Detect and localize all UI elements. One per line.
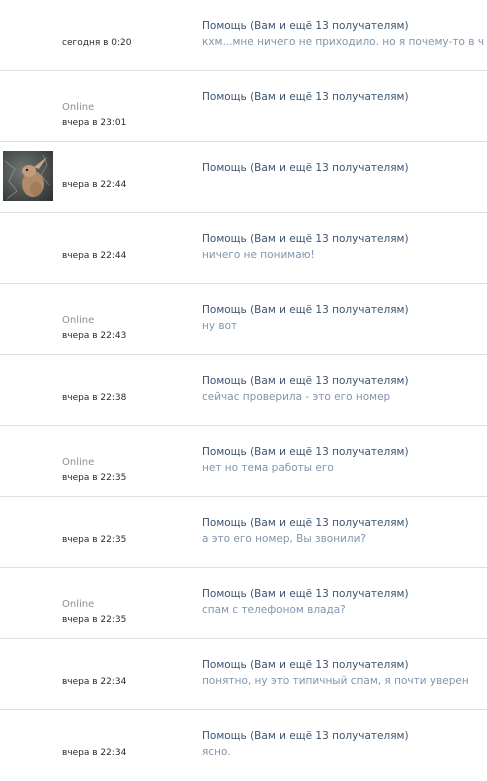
message-preview[interactable]: понятно, ну это типичный спам, я почти у…: [202, 675, 484, 687]
message-row[interactable]: вчера в 22:38 Помощь (Вам и ещё 13 получ…: [0, 355, 487, 426]
message-subject[interactable]: Помощь (Вам и ещё 13 получателям): [202, 162, 409, 174]
message-subject[interactable]: Помощь (Вам и ещё 13 получателям): [202, 91, 409, 103]
online-status: Online: [62, 599, 95, 610]
message-subject[interactable]: Помощь (Вам и ещё 13 получателям): [202, 375, 409, 387]
message-date: вчера в 22:38: [62, 393, 127, 403]
message-subject[interactable]: Помощь (Вам и ещё 13 получателям): [202, 730, 409, 742]
message-date: вчера в 22:34: [62, 748, 127, 758]
message-subject[interactable]: Помощь (Вам и ещё 13 получателям): [202, 20, 409, 32]
message-date: вчера в 23:01: [62, 118, 127, 128]
message-date: вчера в 22:35: [62, 615, 127, 625]
message-date: вчера в 22:44: [62, 251, 127, 261]
message-preview[interactable]: а это его номер, Вы звонили?: [202, 533, 484, 545]
message-subject[interactable]: Помощь (Вам и ещё 13 получателям): [202, 517, 409, 529]
message-row[interactable]: вчера в 22:35 Помощь (Вам и ещё 13 получ…: [0, 497, 487, 568]
message-row[interactable]: вчера в 22:34 Помощь (Вам и ещё 13 получ…: [0, 710, 487, 781]
online-status: Online: [62, 102, 95, 113]
message-row[interactable]: Online вчера в 22:35 Помощь (Вам и ещё 1…: [0, 426, 487, 497]
message-subject[interactable]: Помощь (Вам и ещё 13 получателям): [202, 588, 409, 600]
message-row[interactable]: вчера в 22:34 Помощь (Вам и ещё 13 получ…: [0, 639, 487, 710]
message-date: вчера в 22:35: [62, 535, 127, 545]
message-preview[interactable]: спам с телефоном влада?: [202, 604, 484, 616]
online-status: Online: [62, 315, 95, 326]
message-subject[interactable]: Помощь (Вам и ещё 13 получателям): [202, 659, 409, 671]
online-status: Online: [62, 457, 95, 468]
message-subject[interactable]: Помощь (Вам и ещё 13 получателям): [202, 446, 409, 458]
message-date: вчера в 22:43: [62, 331, 127, 341]
message-date: вчера в 22:44: [62, 180, 127, 190]
message-row[interactable]: вчера в 22:44 Помощь (Вам и ещё 13 получ…: [0, 142, 487, 213]
message-date: сегодня в 0:20: [62, 38, 132, 48]
message-preview[interactable]: кхм...мне ничего не приходило. но я поче…: [202, 36, 484, 48]
message-row[interactable]: Online вчера в 22:35 Помощь (Вам и ещё 1…: [0, 568, 487, 639]
message-date: вчера в 22:34: [62, 677, 127, 687]
message-row[interactable]: Online вчера в 22:43 Помощь (Вам и ещё 1…: [0, 284, 487, 355]
message-preview[interactable]: нет но тема работы его: [202, 462, 484, 474]
message-preview[interactable]: ничего не понимаю!: [202, 249, 484, 261]
message-subject[interactable]: Помощь (Вам и ещё 13 получателям): [202, 233, 409, 245]
message-date: вчера в 22:35: [62, 473, 127, 483]
message-row[interactable]: сегодня в 0:20 Помощь (Вам и ещё 13 полу…: [0, 0, 487, 71]
avatar[interactable]: [3, 151, 53, 201]
message-preview[interactable]: ясно.: [202, 746, 484, 758]
avatar-photo-icon: [3, 151, 53, 201]
message-preview[interactable]: сейчас проверила - это его номер: [202, 391, 484, 403]
message-row[interactable]: вчера в 22:44 Помощь (Вам и ещё 13 получ…: [0, 213, 487, 284]
message-row[interactable]: Online вчера в 23:01 Помощь (Вам и ещё 1…: [0, 71, 487, 142]
message-subject[interactable]: Помощь (Вам и ещё 13 получателям): [202, 304, 409, 316]
message-preview[interactable]: ну вот: [202, 320, 484, 332]
